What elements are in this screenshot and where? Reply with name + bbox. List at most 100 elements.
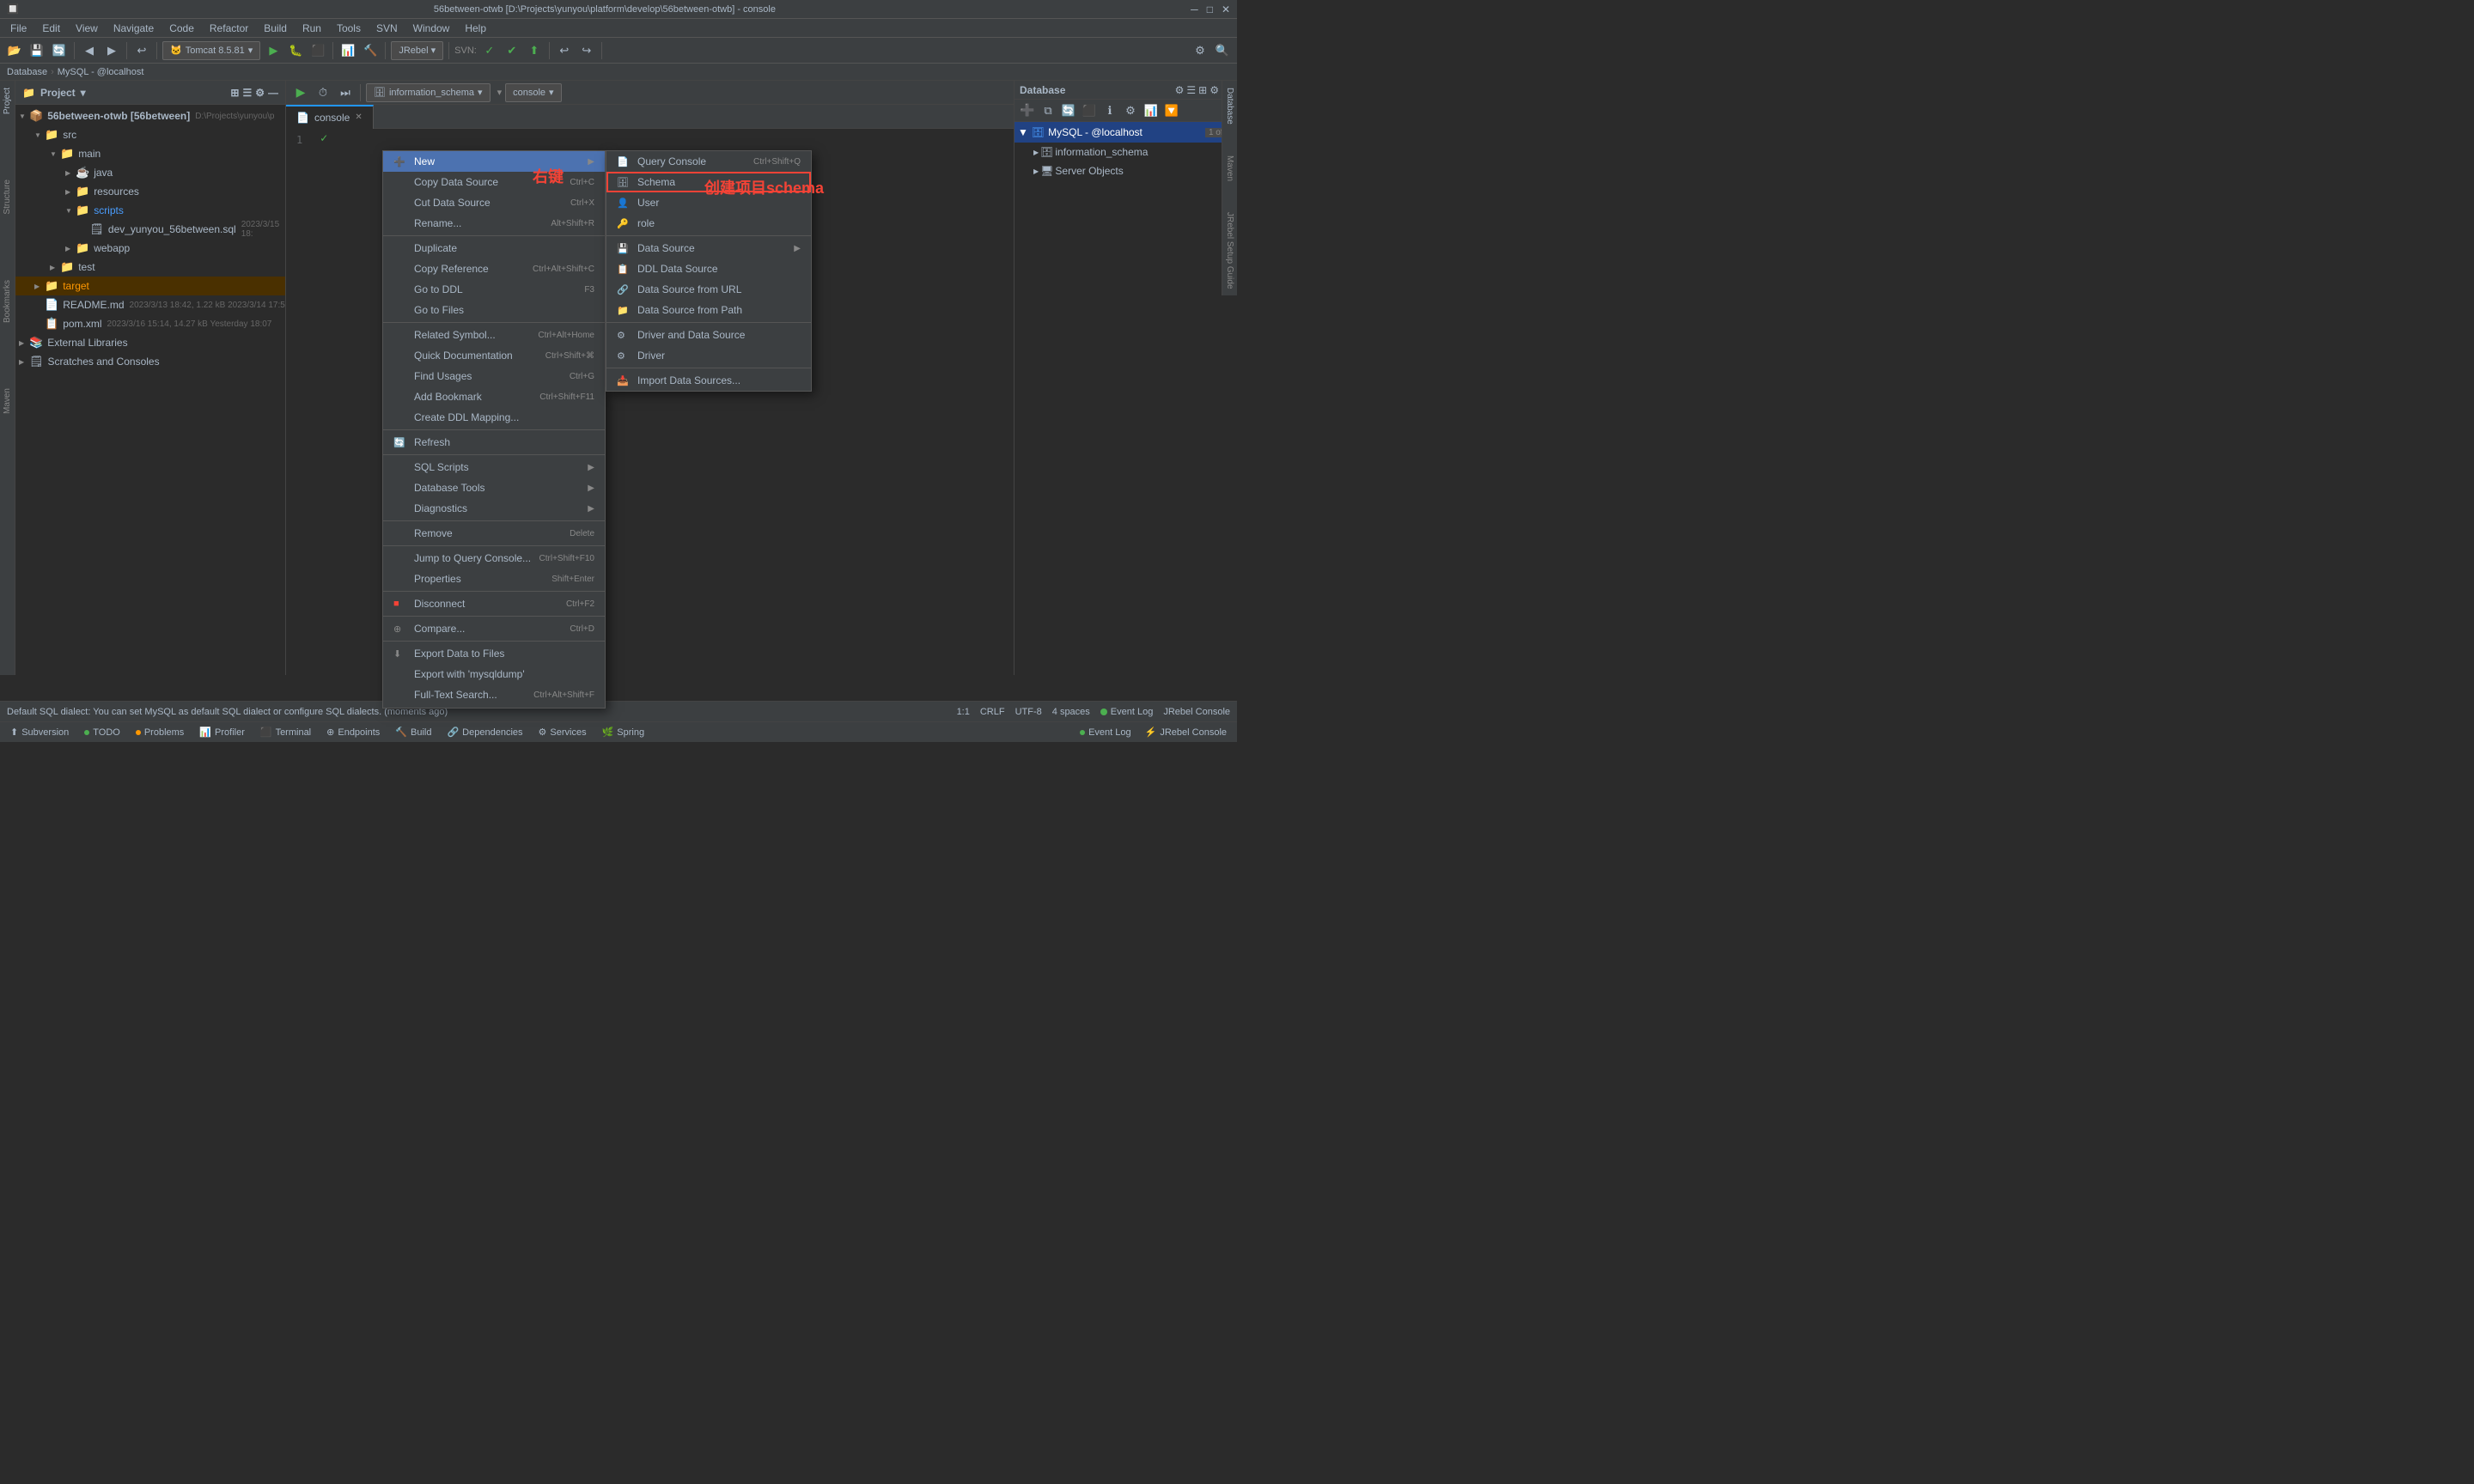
tree-readme[interactable]: ▶ 📄 README.md 2023/3/13 18:42, 1.22 kB 2… xyxy=(15,295,285,314)
cm-add-bookmark[interactable]: Add Bookmark Ctrl+Shift+F11 xyxy=(383,386,605,407)
tree-src[interactable]: ▼ 📁 src xyxy=(15,125,285,144)
cm-export-files[interactable]: ⬇ Export Data to Files xyxy=(383,643,605,664)
console-tab-close[interactable]: ✕ xyxy=(355,113,362,122)
panel-collapse-icon[interactable]: — xyxy=(268,87,278,99)
vtab-bookmarks[interactable]: Bookmarks xyxy=(1,273,14,330)
tree-pom[interactable]: ▶ 📋 pom.xml 2023/3/16 15:14, 14.27 kB Ye… xyxy=(15,314,285,333)
panel-filter-icon[interactable]: ☰ xyxy=(242,87,252,99)
maximize-button[interactable]: □ xyxy=(1207,3,1213,15)
menu-code[interactable]: Code xyxy=(162,21,201,36)
tree-scratches[interactable]: ▶ 🗒 Scratches and Consoles xyxy=(15,352,285,371)
undo-btn[interactable]: ↩ xyxy=(132,41,151,60)
sub-import-ds[interactable]: 📥 Import Data Sources... xyxy=(606,370,811,391)
db-layout-icon[interactable]: ☰ xyxy=(1186,84,1196,96)
cm-related-sym[interactable]: Related Symbol... Ctrl+Alt+Home xyxy=(383,325,605,345)
menu-view[interactable]: View xyxy=(69,21,105,36)
menu-edit[interactable]: Edit xyxy=(35,21,67,36)
tree-main[interactable]: ▼ 📁 main xyxy=(15,144,285,163)
tab-problems[interactable]: Problems xyxy=(129,726,191,739)
menu-navigate[interactable]: Navigate xyxy=(107,21,161,36)
cm-run-sql[interactable]: Run SQL Script... xyxy=(383,705,605,709)
sub-ds-path[interactable]: 📁 Data Source from Path xyxy=(606,300,811,320)
refresh-btn[interactable]: 🔄 xyxy=(50,41,69,60)
run-timer-btn[interactable]: ⏱ xyxy=(314,83,332,102)
cm-rename[interactable]: Rename... Alt+Shift+R xyxy=(383,213,605,234)
svn-commit-btn[interactable]: ✔ xyxy=(503,41,521,60)
sub-query-console[interactable]: 📄 Query Console Ctrl+Shift+Q xyxy=(606,151,811,172)
cm-go-files[interactable]: Go to Files xyxy=(383,300,605,320)
tree-dev-sql[interactable]: ▶ 🗒 dev_yunyou_56between.sql 2023/3/15 1… xyxy=(15,220,285,239)
back-btn[interactable]: ◀ xyxy=(80,41,99,60)
menu-tools[interactable]: Tools xyxy=(330,21,368,36)
sub-driver[interactable]: ⚙ Driver xyxy=(606,345,811,366)
tree-webapp[interactable]: ▶ 📁 webapp xyxy=(15,239,285,258)
cm-properties[interactable]: Properties Shift+Enter xyxy=(383,569,605,589)
panel-sort-icon[interactable]: ⊞ xyxy=(230,87,239,99)
cm-new[interactable]: ➕ New ▶ xyxy=(383,151,605,172)
db-mysql-connection[interactable]: ▼ 🗄 MySQL - @localhost 1 of 4 xyxy=(1015,122,1237,143)
menu-svn[interactable]: SVN xyxy=(369,21,405,36)
sub-ds-url[interactable]: 🔗 Data Source from URL xyxy=(606,279,811,300)
svn-undo-btn[interactable]: ↩ xyxy=(555,41,574,60)
db-stop-btn[interactable]: ⬛ xyxy=(1080,101,1099,120)
db-settings2-btn[interactable]: ⚙ xyxy=(1121,101,1140,120)
db-sort-icon[interactable]: ⊞ xyxy=(1198,84,1207,96)
cm-disconnect[interactable]: ■ Disconnect Ctrl+F2 xyxy=(383,593,605,614)
cm-find-usages[interactable]: Find Usages Ctrl+G xyxy=(383,366,605,386)
project-dropdown-arrow[interactable]: ▾ xyxy=(81,87,86,99)
console-tab[interactable]: 📄 console ✕ xyxy=(286,105,374,129)
vtab-database[interactable]: Database xyxy=(1223,81,1236,131)
run-all-btn[interactable]: ⏭ xyxy=(336,83,355,102)
tree-target[interactable]: ▶ 📁 target xyxy=(15,277,285,295)
close-button[interactable]: ✕ xyxy=(1222,3,1230,15)
db-info-btn[interactable]: ℹ xyxy=(1100,101,1119,120)
db-filter-icon[interactable]: ⚙ xyxy=(1210,84,1219,96)
tab-event-log[interactable]: Event Log xyxy=(1073,725,1138,739)
menu-window[interactable]: Window xyxy=(406,21,457,36)
menu-run[interactable]: Run xyxy=(296,21,328,36)
build-btn[interactable]: 🔨 xyxy=(361,41,380,60)
tab-services[interactable]: ⚙ Services xyxy=(532,725,594,739)
tree-test[interactable]: ▶ 📁 test xyxy=(15,258,285,277)
stop-btn[interactable]: ⬛ xyxy=(308,41,327,60)
db-copy-btn[interactable]: ⧉ xyxy=(1039,101,1057,120)
tab-terminal[interactable]: ⬛ Terminal xyxy=(253,725,318,739)
tab-profiler[interactable]: 📊 Profiler xyxy=(192,725,252,739)
tree-java[interactable]: ▶ ☕ java xyxy=(15,163,285,182)
jrebel-status[interactable]: JRebel Console xyxy=(1163,707,1230,717)
window-controls[interactable]: ─ □ ✕ xyxy=(1191,3,1230,15)
svn-update-btn[interactable]: ⬆ xyxy=(525,41,544,60)
cm-copy-ds[interactable]: Copy Data Source Ctrl+C xyxy=(383,172,605,192)
cm-refresh[interactable]: 🔄 Refresh xyxy=(383,432,605,453)
vtab-structure[interactable]: Structure xyxy=(1,173,14,222)
menu-refactor[interactable]: Refactor xyxy=(203,21,255,36)
svn-redo-btn[interactable]: ↪ xyxy=(577,41,596,60)
open-folder-btn[interactable]: 📂 xyxy=(5,41,24,60)
jrebel-selector[interactable]: JRebel ▾ xyxy=(391,41,443,60)
tree-ext-libs[interactable]: ▶ 📚 External Libraries xyxy=(15,333,285,352)
tab-endpoints[interactable]: ⊕ Endpoints xyxy=(320,725,387,739)
minimize-button[interactable]: ─ xyxy=(1191,3,1198,15)
tab-subversion[interactable]: ⬆ Subversion xyxy=(3,725,76,739)
tab-dependencies[interactable]: 🔗 Dependencies xyxy=(440,725,529,739)
run-btn[interactable]: ▶ xyxy=(264,41,283,60)
db-server-objects[interactable]: ▶ 🖥 Server Objects xyxy=(1015,161,1237,180)
cm-remove[interactable]: Remove Delete xyxy=(383,523,605,544)
console-selector[interactable]: console ▾ xyxy=(505,83,561,102)
vtab-maven-right[interactable]: Maven xyxy=(1223,149,1236,188)
tab-todo[interactable]: TODO xyxy=(77,726,127,739)
cm-db-tools[interactable]: Database Tools ▶ xyxy=(383,477,605,498)
tomcat-selector[interactable]: 🐱 Tomcat 8.5.81 ▾ xyxy=(162,41,260,60)
cm-export-dump[interactable]: Export with 'mysqldump' xyxy=(383,664,605,684)
sub-schema[interactable]: 🗄 Schema xyxy=(606,172,811,192)
cm-duplicate[interactable]: Duplicate xyxy=(383,238,605,258)
debug-btn[interactable]: 🐛 xyxy=(286,41,305,60)
run-query-btn[interactable]: ▶ xyxy=(291,83,310,102)
cm-cut-ds[interactable]: Cut Data Source Ctrl+X xyxy=(383,192,605,213)
sub-user[interactable]: 👤 User xyxy=(606,192,811,213)
svn-check-btn[interactable]: ✓ xyxy=(480,41,499,60)
cm-compare[interactable]: ⊕ Compare... Ctrl+D xyxy=(383,618,605,639)
tree-resources[interactable]: ▶ 📁 resources xyxy=(15,182,285,201)
menu-help[interactable]: Help xyxy=(458,21,493,36)
sub-role[interactable]: 🔑 role xyxy=(606,213,811,234)
